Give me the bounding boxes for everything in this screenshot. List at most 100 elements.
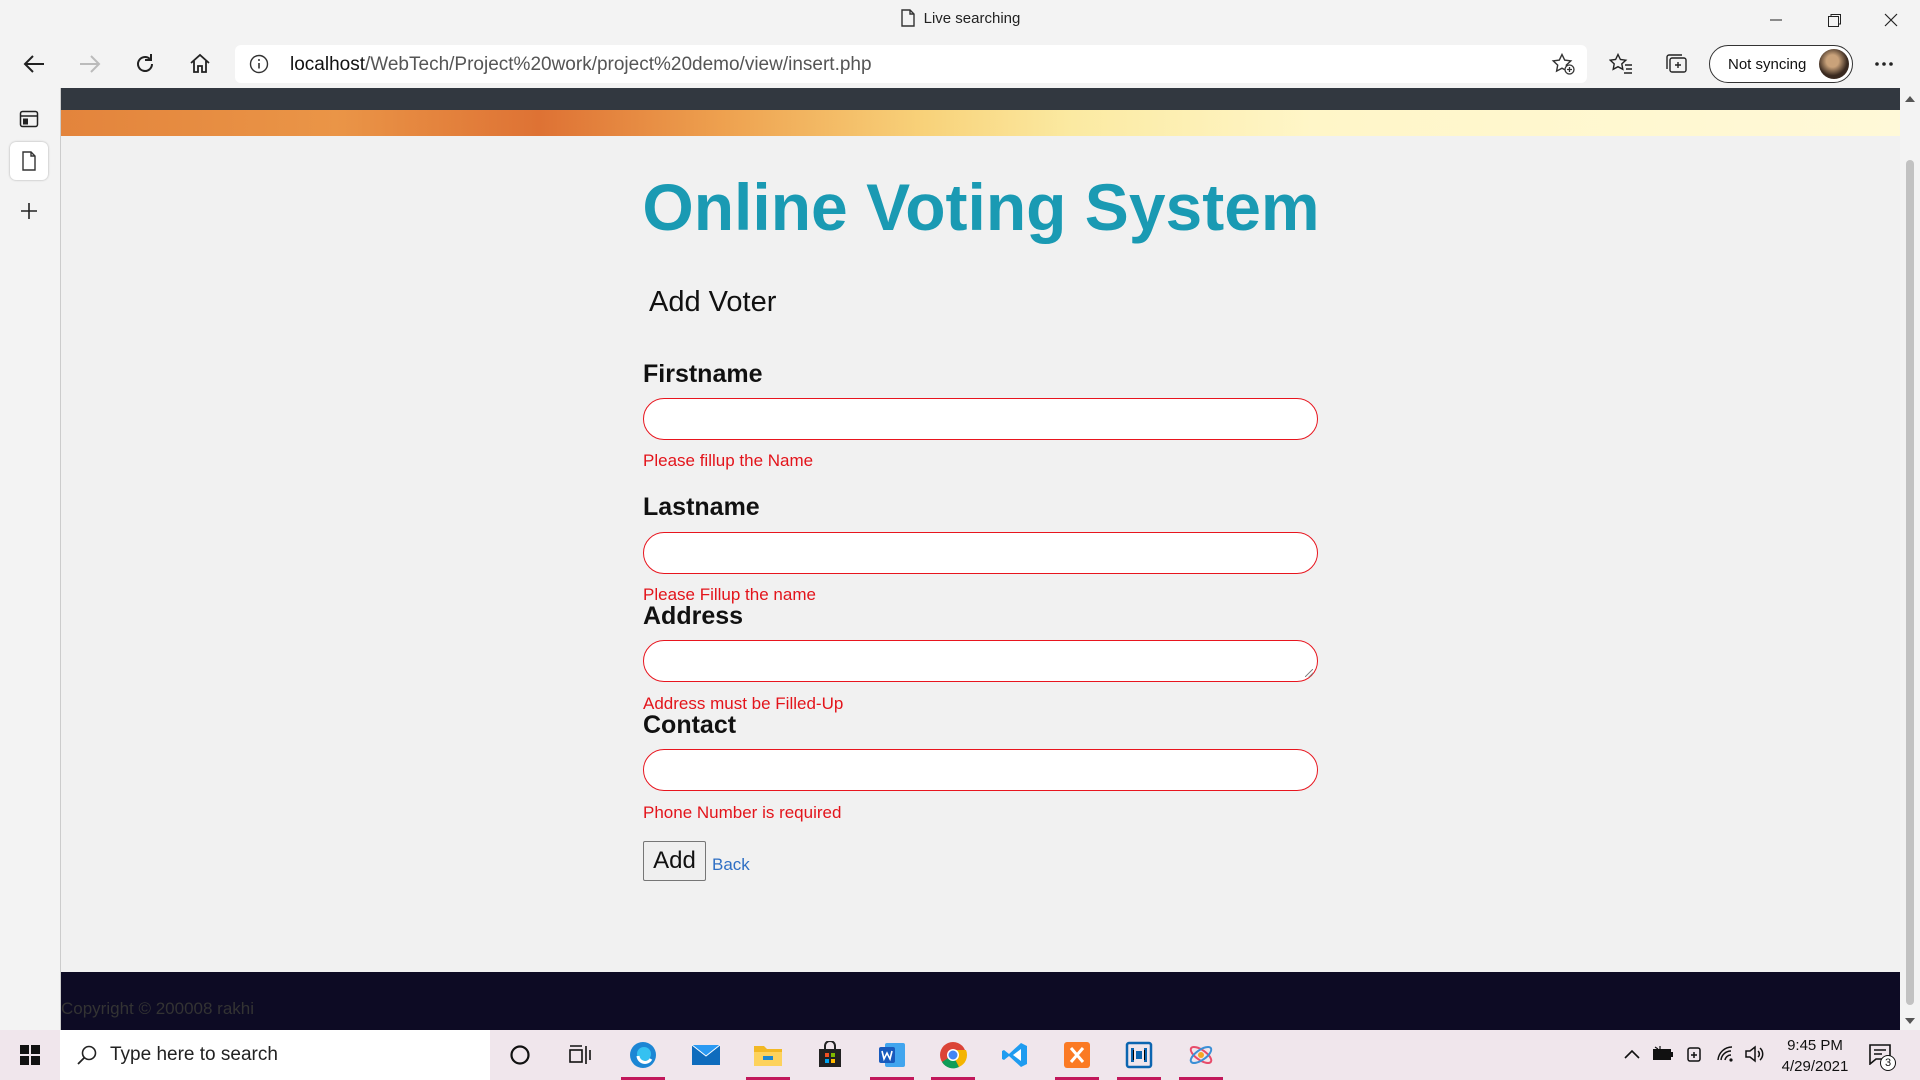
lastname-input[interactable] bbox=[643, 532, 1318, 574]
sidebar-tab-live-searching[interactable] bbox=[10, 142, 48, 180]
resize-grip-icon[interactable] bbox=[1305, 669, 1313, 677]
taskbar-search-box[interactable]: Type here to search bbox=[60, 1030, 490, 1080]
add-button[interactable]: Add bbox=[643, 841, 706, 881]
cortana-button[interactable] bbox=[492, 1030, 548, 1080]
vscode-icon bbox=[1002, 1043, 1027, 1067]
sync-label: Not syncing bbox=[1728, 56, 1807, 73]
new-tab-button[interactable] bbox=[10, 192, 48, 230]
minimize-icon bbox=[1770, 19, 1782, 21]
notification-badge: 3 bbox=[1880, 1055, 1896, 1071]
notification-count: 3 bbox=[1884, 1057, 1892, 1069]
taskbar-snipping-tool[interactable] bbox=[1111, 1030, 1167, 1080]
start-button[interactable] bbox=[0, 1030, 60, 1080]
refresh-button[interactable] bbox=[127, 46, 163, 82]
address-label: Address bbox=[643, 602, 744, 630]
taskbar-chrome[interactable] bbox=[925, 1030, 981, 1080]
windows-taskbar: Type here to search 9:45 PM 4/29/2021 3 bbox=[0, 1030, 1920, 1080]
task-view-icon bbox=[569, 1045, 591, 1064]
back-link[interactable]: Back bbox=[712, 855, 750, 875]
snipping-tool-icon bbox=[1125, 1041, 1153, 1069]
forward-button[interactable] bbox=[72, 46, 108, 82]
show-hidden-icons-icon[interactable] bbox=[1624, 1049, 1640, 1059]
page-icon bbox=[22, 151, 36, 171]
taskbar-word[interactable] bbox=[864, 1030, 920, 1080]
battery-icon[interactable] bbox=[1652, 1045, 1674, 1063]
favorites-icon bbox=[1609, 53, 1632, 74]
page-top-strip bbox=[61, 88, 1900, 110]
taskbar-file-explorer[interactable] bbox=[740, 1030, 796, 1080]
title-bar: Live searching bbox=[0, 0, 1920, 40]
browser-toolbar: localhost/WebTech/Project%20work/project… bbox=[0, 40, 1920, 88]
firstname-input[interactable] bbox=[643, 398, 1318, 440]
add-favorite-icon[interactable] bbox=[1551, 53, 1575, 75]
favorites-button[interactable] bbox=[1603, 46, 1639, 82]
page-banner bbox=[61, 110, 1900, 136]
minimize-button[interactable] bbox=[1752, 4, 1800, 36]
tab-actions-button[interactable] bbox=[10, 100, 48, 138]
more-icon bbox=[1875, 62, 1893, 66]
page-icon bbox=[900, 9, 915, 27]
url-text[interactable]: localhost/WebTech/Project%20work/project… bbox=[290, 54, 872, 76]
wifi-icon[interactable] bbox=[1716, 1045, 1736, 1063]
taskbar-vscode[interactable] bbox=[987, 1030, 1043, 1080]
info-icon[interactable] bbox=[249, 54, 269, 74]
home-icon bbox=[190, 53, 210, 73]
restore-button[interactable] bbox=[1810, 4, 1858, 36]
search-icon bbox=[77, 1045, 97, 1065]
close-icon bbox=[1884, 13, 1898, 27]
scrollbar-thumb[interactable] bbox=[1906, 160, 1914, 1005]
profile-sync-button[interactable]: Not syncing bbox=[1709, 45, 1853, 83]
close-button[interactable] bbox=[1867, 4, 1915, 36]
taskbar-mail[interactable] bbox=[678, 1030, 734, 1080]
volume-icon[interactable] bbox=[1744, 1045, 1766, 1063]
form-heading: Add Voter bbox=[649, 286, 777, 318]
taskbar-store[interactable] bbox=[802, 1030, 858, 1080]
clock-time: 9:45 PM bbox=[1787, 1037, 1843, 1054]
vertical-tabs-sidebar bbox=[0, 88, 58, 1030]
home-button[interactable] bbox=[182, 46, 218, 82]
arrow-left-icon bbox=[23, 55, 44, 73]
window-title-text: Live searching bbox=[923, 10, 1021, 27]
page-scrollbar[interactable] bbox=[1900, 88, 1920, 1030]
lastname-label: Lastname bbox=[643, 493, 760, 521]
firstname-error: Please fillup the Name bbox=[643, 451, 814, 470]
arrow-right-icon bbox=[80, 55, 101, 73]
cortana-icon bbox=[510, 1045, 530, 1065]
contact-label: Contact bbox=[643, 711, 737, 739]
scroll-down-icon[interactable] bbox=[1905, 1018, 1915, 1024]
back-button[interactable] bbox=[16, 46, 52, 82]
clock-date: 4/29/2021 bbox=[1781, 1058, 1849, 1075]
collections-button[interactable] bbox=[1658, 46, 1694, 82]
copyright-text: Copyright © 200008 rakhi bbox=[61, 999, 255, 1018]
xampp-icon bbox=[1064, 1042, 1090, 1068]
task-view-button[interactable] bbox=[552, 1030, 608, 1080]
chrome-icon bbox=[940, 1042, 967, 1069]
taskbar-xampp[interactable] bbox=[1049, 1030, 1105, 1080]
window-title: Live searching bbox=[0, 9, 1920, 27]
mail-icon bbox=[691, 1044, 721, 1065]
page-viewport: Online Voting System Add Voter Firstname… bbox=[60, 88, 1900, 1030]
contact-input[interactable] bbox=[643, 749, 1318, 791]
restore-icon bbox=[1827, 13, 1841, 27]
system-clock[interactable]: 9:45 PM 4/29/2021 bbox=[1770, 1035, 1860, 1077]
firstname-label: Firstname bbox=[643, 360, 763, 388]
word-icon bbox=[879, 1043, 905, 1067]
taskbar-paint-3d[interactable] bbox=[1173, 1030, 1229, 1080]
edge-icon bbox=[630, 1042, 656, 1068]
meet-now-icon[interactable] bbox=[1686, 1045, 1704, 1065]
page-footer: Copyright © 200008 rakhi bbox=[61, 972, 1900, 1030]
url-path: /WebTech/Project%20work/project%20demo/v… bbox=[365, 54, 872, 75]
contact-error: Phone Number is required bbox=[643, 803, 842, 822]
address-bar[interactable]: localhost/WebTech/Project%20work/project… bbox=[235, 45, 1587, 83]
scroll-up-icon[interactable] bbox=[1905, 96, 1915, 102]
taskbar-edge[interactable] bbox=[615, 1030, 671, 1080]
taskbar-search-placeholder: Type here to search bbox=[110, 1044, 278, 1065]
avatar bbox=[1819, 49, 1849, 79]
notification-center-button[interactable]: 3 bbox=[1866, 1041, 1906, 1071]
settings-menu-button[interactable] bbox=[1866, 46, 1902, 82]
address-textarea[interactable] bbox=[643, 640, 1318, 682]
page-content: Online Voting System Add Voter Firstname… bbox=[61, 136, 1900, 972]
store-icon bbox=[819, 1041, 841, 1067]
file-explorer-icon bbox=[754, 1046, 782, 1066]
plus-icon bbox=[21, 203, 37, 219]
